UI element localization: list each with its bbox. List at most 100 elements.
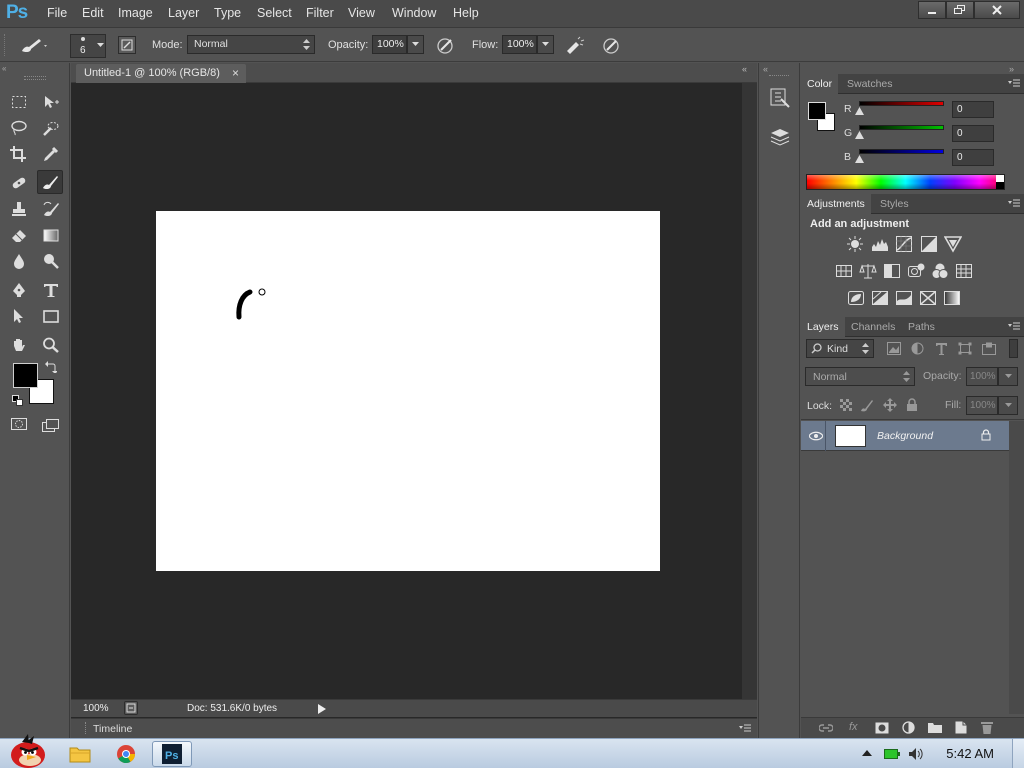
document-canvas[interactable] xyxy=(156,211,660,571)
document-tab[interactable]: Untitled-1 @ 100% (RGB/8) × xyxy=(76,64,246,83)
dock-collapse-icon[interactable]: » xyxy=(1009,64,1014,74)
zoom-tool[interactable] xyxy=(38,333,64,357)
tools-collapse-icon[interactable]: « xyxy=(2,64,68,73)
lock-image-pixels-icon[interactable] xyxy=(860,398,874,412)
layer-filter-kind-select[interactable]: Kind xyxy=(806,339,874,358)
filter-type-icon[interactable] xyxy=(935,342,948,355)
red-slider[interactable] xyxy=(859,101,944,106)
type-tool[interactable] xyxy=(38,278,64,302)
black-white-icon[interactable] xyxy=(883,262,901,280)
marquee-tool[interactable] xyxy=(6,90,32,114)
menu-image[interactable]: Image xyxy=(118,6,153,20)
tab-color[interactable]: Color xyxy=(801,74,839,94)
green-value-input[interactable]: 0 xyxy=(952,125,994,142)
foreground-color-swatch[interactable] xyxy=(13,363,38,388)
eraser-tool[interactable] xyxy=(6,223,32,247)
color-lookup-icon[interactable] xyxy=(955,262,973,280)
tab-styles[interactable]: Styles xyxy=(874,194,915,214)
filter-smart-object-icon[interactable] xyxy=(982,342,996,355)
restore-button[interactable] xyxy=(946,1,974,19)
filter-pixel-icon[interactable] xyxy=(887,342,901,355)
history-panel-button[interactable] xyxy=(769,87,791,109)
filter-adjustment-icon[interactable] xyxy=(911,342,924,355)
lasso-tool[interactable] xyxy=(6,116,32,140)
rectangle-tool[interactable] xyxy=(38,304,64,328)
new-group-folder-icon[interactable] xyxy=(928,722,942,733)
tab-paths[interactable]: Paths xyxy=(902,317,941,337)
move-tool[interactable] xyxy=(38,90,64,114)
new-adjustment-layer-icon[interactable] xyxy=(902,721,915,734)
clone-stamp-tool[interactable] xyxy=(6,197,32,221)
panel-menu-icon[interactable] xyxy=(1008,198,1020,208)
menu-filter[interactable]: Filter xyxy=(306,6,334,20)
hand-tool[interactable] xyxy=(6,333,32,357)
threshold-icon[interactable] xyxy=(895,289,913,307)
delete-layer-trash-icon[interactable] xyxy=(981,721,993,735)
menu-window[interactable]: Window xyxy=(392,6,436,20)
tab-swatches[interactable]: Swatches xyxy=(841,74,899,94)
menu-file[interactable]: File xyxy=(47,6,67,20)
photo-filter-icon[interactable] xyxy=(907,262,925,280)
eye-visibility-icon[interactable] xyxy=(809,431,823,441)
menu-select[interactable]: Select xyxy=(257,6,292,20)
vibrance-icon[interactable] xyxy=(944,235,962,253)
default-colors-icon[interactable] xyxy=(12,395,23,406)
dock-expand-icon[interactable]: « xyxy=(763,64,768,74)
brush-size-picker[interactable]: 6 xyxy=(70,34,106,58)
new-layer-icon[interactable] xyxy=(955,721,967,734)
show-hidden-icons-icon[interactable] xyxy=(862,749,872,756)
layers-scrollbar[interactable] xyxy=(1009,421,1024,714)
red-value-input[interactable]: 0 xyxy=(952,101,994,118)
screen-mode-tool[interactable] xyxy=(38,414,64,438)
opacity-dropdown[interactable] xyxy=(407,35,424,54)
filter-toggle-switch[interactable] xyxy=(1009,339,1018,358)
airbrush-toggle[interactable] xyxy=(564,35,586,55)
timeline-tab[interactable]: Timeline xyxy=(93,723,132,735)
taskbar-photoshop-button[interactable]: Ps xyxy=(152,741,192,767)
fill-dropdown[interactable] xyxy=(998,396,1018,415)
menu-edit[interactable]: Edit xyxy=(82,6,104,20)
hue-saturation-icon[interactable] xyxy=(835,262,853,280)
swap-colors-icon[interactable] xyxy=(45,361,57,373)
brush-tool-preset-icon[interactable] xyxy=(18,36,48,54)
selective-color-icon[interactable] xyxy=(919,289,937,307)
menu-view[interactable]: View xyxy=(348,6,375,20)
properties-panel-button[interactable] xyxy=(769,127,791,149)
panel-menu-icon[interactable] xyxy=(1008,321,1020,331)
taskbar-explorer-button[interactable] xyxy=(60,741,100,767)
blend-mode-select[interactable]: Normal xyxy=(805,367,915,386)
tab-adjustments[interactable]: Adjustments xyxy=(801,194,871,214)
quick-mask-tool[interactable] xyxy=(6,412,32,436)
brush-panel-toggle[interactable] xyxy=(118,36,136,54)
menu-help[interactable]: Help xyxy=(453,6,479,20)
document-collapse-icon[interactable]: « xyxy=(742,64,747,74)
status-options-button[interactable] xyxy=(124,701,138,715)
path-selection-tool[interactable] xyxy=(6,304,32,328)
menu-type[interactable]: Type xyxy=(214,6,241,20)
taskbar-clock[interactable]: 5:42 AM xyxy=(946,746,994,761)
channel-mixer-icon[interactable] xyxy=(931,262,949,280)
layer-row[interactable]: Background xyxy=(801,421,1009,451)
lock-transparent-pixels-icon[interactable] xyxy=(840,399,852,411)
status-menu-arrow-icon[interactable] xyxy=(318,704,326,714)
tab-layers[interactable]: Layers xyxy=(801,317,845,337)
flow-dropdown[interactable] xyxy=(537,35,554,54)
lock-position-icon[interactable] xyxy=(883,398,897,412)
panel-menu-icon[interactable] xyxy=(739,723,751,733)
opacity-input[interactable]: 100% xyxy=(372,35,407,54)
zoom-level[interactable]: 100% xyxy=(83,703,109,714)
minimize-button[interactable] xyxy=(918,1,946,19)
brush-tool[interactable] xyxy=(37,170,63,194)
show-desktop-button[interactable] xyxy=(1012,739,1024,768)
slider-thumb-icon[interactable] xyxy=(855,131,864,139)
link-layers-icon[interactable] xyxy=(819,723,833,733)
gradient-map-icon[interactable] xyxy=(943,289,961,307)
flow-input[interactable]: 100% xyxy=(502,35,537,54)
panel-menu-icon[interactable] xyxy=(1008,78,1020,88)
dodge-tool[interactable] xyxy=(38,249,64,273)
curves-icon[interactable] xyxy=(895,235,913,253)
close-button[interactable] xyxy=(974,1,1020,19)
history-brush-tool[interactable] xyxy=(38,197,64,221)
vertical-scrollbar[interactable] xyxy=(742,83,757,699)
blue-slider[interactable] xyxy=(859,149,944,154)
